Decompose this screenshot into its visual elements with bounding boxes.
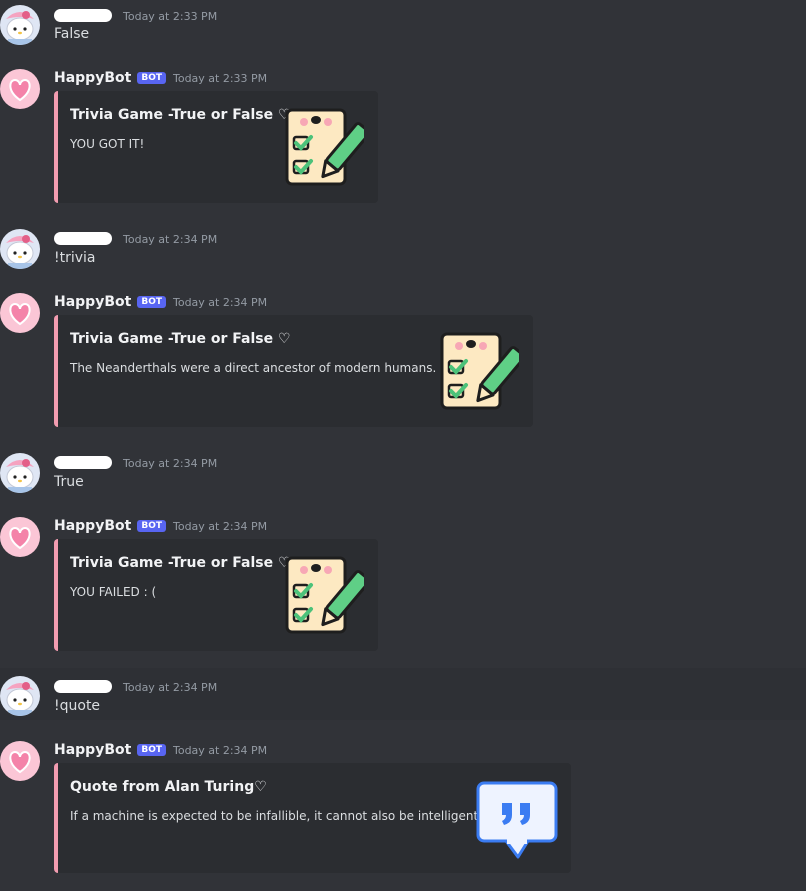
bot-badge: BOT	[137, 520, 166, 532]
message-bot-2: HappyBot BOT Today at 2:34 PM Trivia Gam…	[0, 290, 806, 432]
message-text: !quote	[54, 698, 101, 714]
bot-username[interactable]: HappyBot	[54, 294, 131, 310]
message-bot-1: HappyBot BOT Today at 2:33 PM Trivia Gam…	[0, 66, 806, 208]
checklist-pencil-icon[interactable]	[284, 555, 364, 635]
timestamp: Today at 2:33 PM	[172, 72, 268, 85]
user-avatar[interactable]	[0, 5, 40, 45]
quote-bubble-icon[interactable]	[476, 781, 558, 859]
message-user-1: Today at 2:33 PM False	[0, 0, 806, 56]
timestamp: Today at 2:34 PM	[172, 520, 268, 533]
bot-avatar[interactable]	[0, 293, 40, 333]
timestamp: Today at 2:33 PM	[123, 10, 218, 23]
embed-description: The Neanderthals were a direct ancestor …	[70, 361, 437, 375]
user-avatar[interactable]	[0, 229, 40, 269]
bot-badge: BOT	[137, 296, 166, 308]
bot-badge: BOT	[137, 72, 166, 84]
embed-title: Trivia Game -True or False ♡	[70, 555, 291, 571]
message-text: True	[54, 474, 84, 490]
bot-username[interactable]: HappyBot	[54, 742, 131, 758]
timestamp: Today at 2:34 PM	[123, 233, 218, 246]
message-bot-3: HappyBot BOT Today at 2:34 PM Trivia Gam…	[0, 514, 806, 656]
bot-avatar[interactable]	[0, 69, 40, 109]
timestamp: Today at 2:34 PM	[123, 457, 218, 470]
bot-avatar[interactable]	[0, 517, 40, 557]
embed-card: Trivia Game -True or False ♡ YOU FAILED …	[54, 539, 378, 651]
redacted-username	[54, 680, 112, 693]
embed-card: Trivia Game -True or False ♡ YOU GOT IT!	[54, 91, 378, 203]
checklist-pencil-icon[interactable]	[439, 331, 519, 411]
message-text: !trivia	[54, 250, 96, 266]
embed-card: Quote from Alan Turing♡ If a machine is …	[54, 763, 571, 873]
embed-title: Trivia Game -True or False ♡	[70, 107, 291, 123]
user-avatar[interactable]	[0, 676, 40, 716]
timestamp: Today at 2:34 PM	[172, 296, 268, 309]
bot-username[interactable]: HappyBot	[54, 70, 131, 86]
checklist-pencil-icon[interactable]	[284, 107, 364, 187]
timestamp: Today at 2:34 PM	[172, 744, 268, 757]
redacted-username	[54, 9, 112, 22]
bot-badge: BOT	[137, 744, 166, 756]
bot-avatar[interactable]	[0, 741, 40, 781]
message-user-3: Today at 2:34 PM True	[0, 450, 806, 500]
embed-title: Trivia Game -True or False ♡	[70, 331, 291, 347]
embed-description: If a machine is expected to be infallibl…	[70, 809, 483, 823]
embed-title: Quote from Alan Turing♡	[70, 779, 267, 795]
bot-username[interactable]: HappyBot	[54, 518, 131, 534]
redacted-username	[54, 456, 112, 469]
user-avatar[interactable]	[0, 453, 40, 493]
message-text: False	[54, 26, 90, 42]
message-bot-4: HappyBot BOT Today at 2:34 PM Quote from…	[0, 738, 806, 880]
embed-card: Trivia Game -True or False ♡ The Neander…	[54, 315, 533, 427]
message-user-4: Today at 2:34 PM !quote	[0, 668, 806, 720]
embed-description: YOU GOT IT!	[70, 137, 145, 151]
embed-description: YOU FAILED : (	[70, 585, 157, 599]
redacted-username	[54, 232, 112, 245]
message-user-2: Today at 2:34 PM !trivia	[0, 226, 806, 276]
timestamp: Today at 2:34 PM	[123, 681, 218, 694]
